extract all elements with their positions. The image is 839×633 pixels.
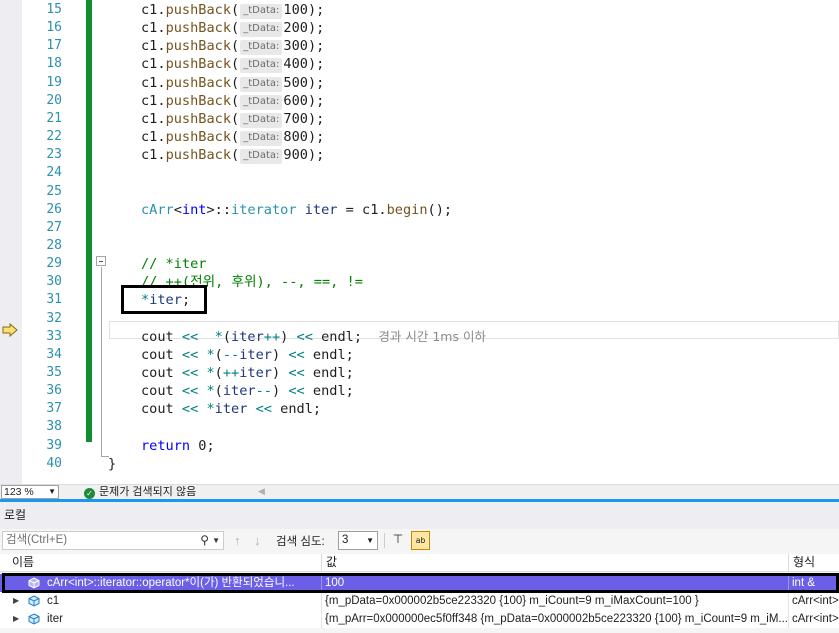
code-line[interactable]: // *iter xyxy=(141,255,206,273)
code-line[interactable]: cout << *(iter++) << endl; 경과 시간 1ms 이하 xyxy=(141,328,486,346)
chevron-down-icon: ▼ xyxy=(48,487,56,496)
locals-cell-value[interactable]: {m_pData=0x000002b5ce223320 {100} m_iCou… xyxy=(322,592,789,610)
issues-text: 문제가 검색되지 않음 xyxy=(99,486,197,498)
line-number: 32 xyxy=(46,310,62,326)
toolbar-separator xyxy=(384,533,385,548)
code-line[interactable]: cout << *(--iter) << endl; xyxy=(141,346,354,364)
line-number: 37 xyxy=(46,401,62,417)
current-statement-arrow-icon xyxy=(2,323,18,337)
line-number: 29 xyxy=(46,256,62,272)
hex-display-toggle-icon[interactable]: ab xyxy=(411,531,430,550)
code-line[interactable]: c1.pushBack(_tData: 200); xyxy=(141,19,324,38)
line-number: 16 xyxy=(46,20,62,36)
code-line[interactable]: c1.pushBack(_tData: 400); xyxy=(141,55,324,74)
zoom-value: 123 % xyxy=(4,486,34,498)
search-depth-value: 3 xyxy=(342,534,349,546)
search-icon[interactable]: ⚲ xyxy=(200,532,209,549)
locals-window: 로컬 검색(Ctrl+E) ⚲ ▼ ↑ ↓ 검색 심도: 3 ▼ ⊤ ab 이름… xyxy=(0,499,839,633)
column-header-type[interactable]: 형식 xyxy=(789,554,839,572)
line-number: 21 xyxy=(46,110,62,126)
locals-cell-name: c1 xyxy=(44,592,322,610)
code-line[interactable]: cout << *(iter--) << endl; xyxy=(141,382,354,400)
search-depth-select[interactable]: 3 ▼ xyxy=(338,531,378,550)
code-line[interactable]: c1.pushBack(_tData: 300); xyxy=(141,37,324,56)
line-number: 27 xyxy=(46,219,62,235)
search-depth-label: 검색 심도: xyxy=(276,536,325,548)
pin-icon[interactable]: ⊤ xyxy=(390,532,406,548)
line-number: 39 xyxy=(46,437,62,453)
code-line[interactable]: cout << *(++iter) << endl; xyxy=(141,364,354,382)
line-number: 40 xyxy=(46,455,62,471)
line-number: 30 xyxy=(46,274,62,290)
check-circle-icon: ✓ xyxy=(84,488,95,499)
line-number: 18 xyxy=(46,56,62,72)
code-line[interactable]: c1.pushBack(_tData: 900); xyxy=(141,146,324,165)
locals-cell-type: cArr<int> xyxy=(792,613,839,625)
locals-toolbar: 검색(Ctrl+E) ⚲ ▼ ↑ ↓ 검색 심도: 3 ▼ ⊤ ab xyxy=(0,529,839,553)
code-editor[interactable]: 15 16 17 18 19 20 21 22 23 24 25 26 27 28 29 30 31 32 33 34… xyxy=(0,0,839,484)
locals-cell-value[interactable]: {m_pArr=0x000000ec5f0ff348 {m_pData=0x00… xyxy=(322,610,789,628)
glyph-margin[interactable] xyxy=(0,0,22,484)
locals-cell-name: iter xyxy=(44,610,322,628)
variable-cube-icon xyxy=(28,595,40,607)
zoom-dropdown[interactable]: 123 % ▼ xyxy=(1,485,59,499)
arrow-up-icon[interactable]: ↑ xyxy=(234,533,241,548)
fold-guide-line xyxy=(101,267,102,457)
locals-cell-type: cArr<int> xyxy=(792,595,839,607)
code-line[interactable]: } xyxy=(108,455,116,473)
code-line[interactable]: cArr<int>::iterator iter = c1.begin(); xyxy=(141,201,452,219)
line-number: 15 xyxy=(46,2,62,17)
line-number: 35 xyxy=(46,365,62,380)
line-number: 31 xyxy=(46,292,62,308)
line-number: 20 xyxy=(46,92,62,108)
code-line[interactable]: cout << *iter << endl; xyxy=(141,400,321,418)
line-number-gutter: 15 16 17 18 19 20 21 22 23 24 25 26 27 28 29 30 31 32 33 34… xyxy=(22,0,64,484)
expand-icon[interactable]: ▶ xyxy=(13,592,19,610)
code-line[interactable]: c1.pushBack(_tData: 600); xyxy=(141,92,324,110)
highlight-box-return-row xyxy=(2,573,839,593)
column-header-value[interactable]: 값 xyxy=(322,554,789,572)
variable-cube-icon xyxy=(28,613,40,625)
line-number: 38 xyxy=(46,419,62,435)
line-number: 22 xyxy=(46,129,62,145)
locals-grid-header: 이름 값 형식 xyxy=(0,554,839,572)
code-line[interactable]: c1.pushBack(_tData: 500); xyxy=(141,74,324,92)
collapse-icon[interactable] xyxy=(96,256,106,266)
line-number: 36 xyxy=(46,383,62,399)
code-line[interactable]: c1.pushBack(_tData: 700); xyxy=(141,110,324,128)
code-line[interactable]: c1.pushBack(_tData: 800); xyxy=(141,128,324,147)
line-number: 23 xyxy=(46,147,62,163)
chevron-down-icon[interactable]: ▼ xyxy=(212,532,220,549)
search-input[interactable]: 검색(Ctrl+E) ⚲ ▼ xyxy=(2,531,224,550)
expand-icon[interactable]: ▶ xyxy=(13,610,19,628)
chevron-down-icon: ▼ xyxy=(366,536,374,545)
code-line[interactable]: c1.pushBack(_tData: 100); xyxy=(141,1,324,19)
highlight-box-line-31 xyxy=(121,285,207,314)
scroll-left-icon[interactable]: ◀ xyxy=(258,486,265,497)
locals-row[interactable]: ▶ c1 {m_pData=0x000002b5ce223320 {100} m_i… xyxy=(0,592,839,610)
line-number: 25 xyxy=(46,183,62,199)
line-number: 34 xyxy=(46,346,62,362)
change-tracking-bar xyxy=(86,0,92,442)
search-placeholder: 검색(Ctrl+E) xyxy=(6,534,68,546)
locals-row[interactable]: ▶ iter {m_pArr=0x000000ec5f0ff348 {m_pData… xyxy=(0,610,839,628)
line-number: 17 xyxy=(46,38,62,54)
line-number: 28 xyxy=(46,237,62,253)
line-number: 33 xyxy=(46,328,62,344)
editor-status-bar: 123 % ▼ ✓ 문제가 검색되지 않음 ◀ xyxy=(0,484,839,499)
issues-indicator[interactable]: ✓ 문제가 검색되지 않음 xyxy=(84,485,196,499)
line-number: 19 xyxy=(46,74,62,90)
line-number: 26 xyxy=(46,201,62,217)
arrow-down-icon[interactable]: ↓ xyxy=(254,533,261,548)
column-header-name[interactable]: 이름 xyxy=(0,554,322,572)
line-number: 24 xyxy=(46,165,62,181)
panel-title[interactable]: 로컬 xyxy=(0,499,839,529)
code-line[interactable]: return 0; xyxy=(141,437,215,455)
